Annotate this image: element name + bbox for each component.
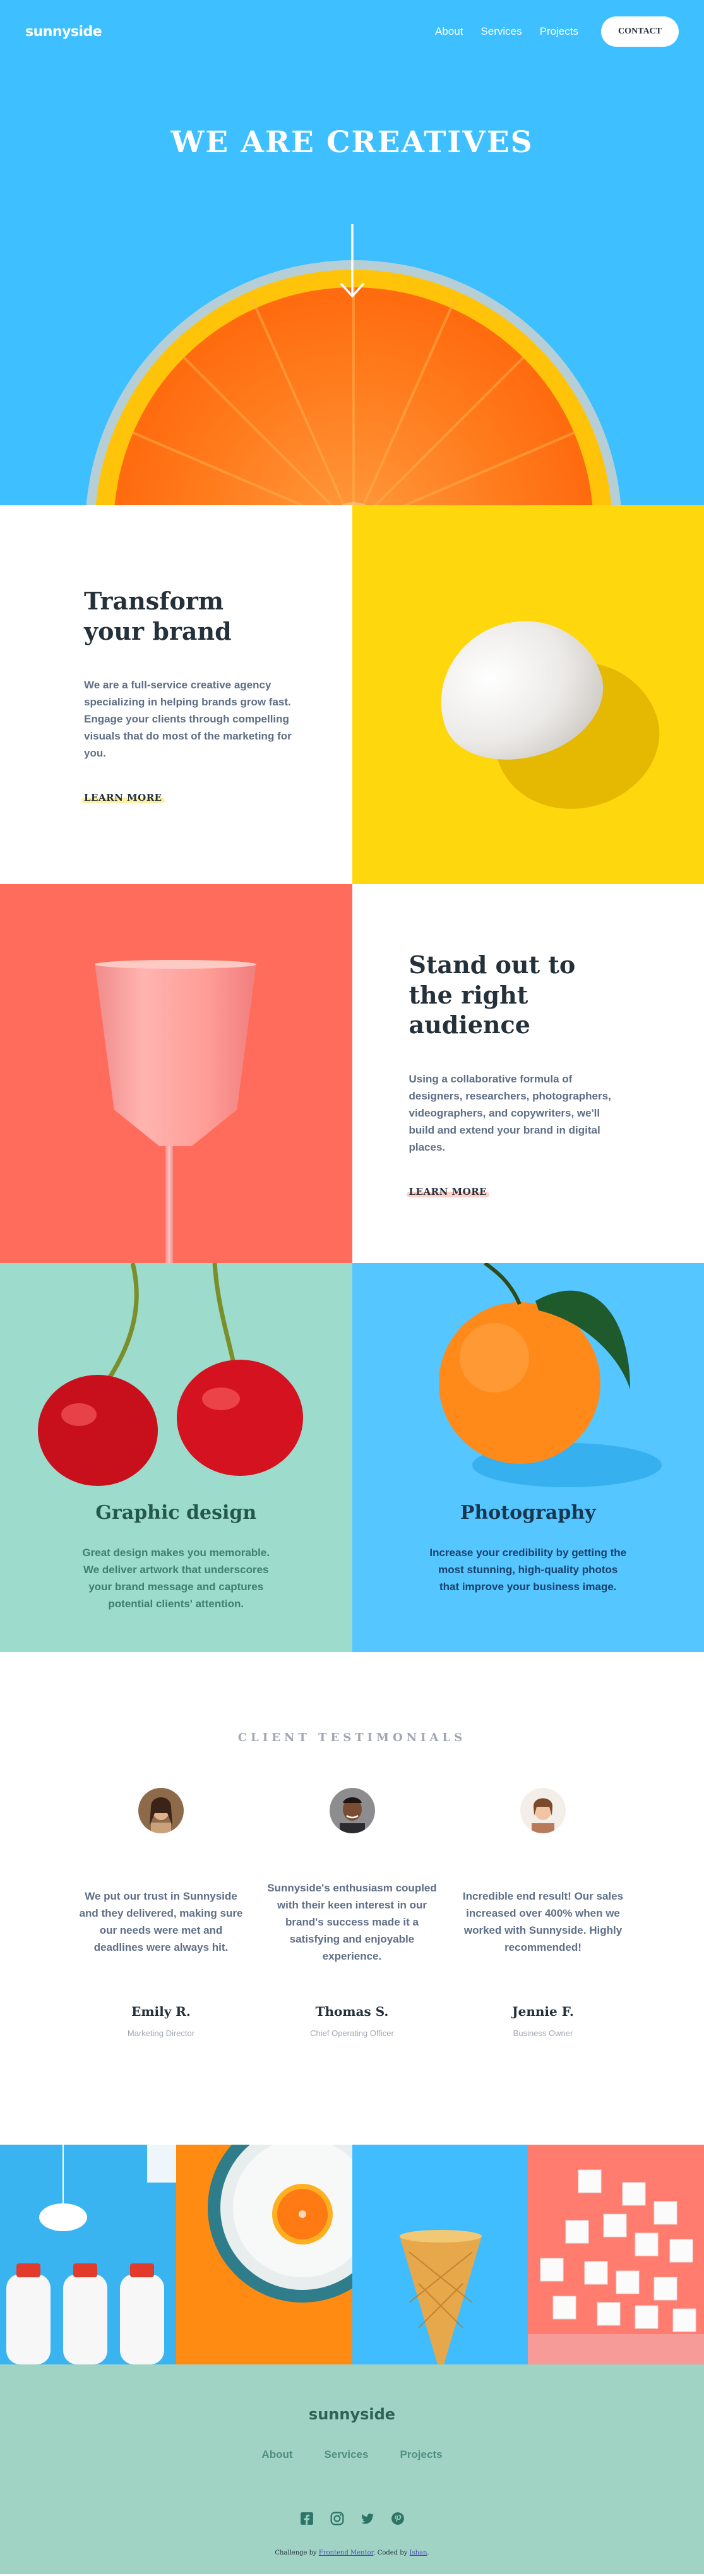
gallery-ice-cream-cone-image [352,2145,528,2364]
footer-logo[interactable]: sunnyside [0,2405,704,2423]
audience-section: Stand out to the right audience Using a … [0,884,704,1263]
service-graphic-design: Graphic design Great design makes you me… [0,1263,352,1652]
pinterest-icon[interactable] [391,2512,405,2525]
avatar-thomas [329,1788,375,1833]
gallery [0,2145,704,2364]
testimonial-name: Thomas S. [315,2004,389,2019]
nav-links: About Services Projects Contact [435,16,679,47]
testimonial-quote: We put our trust in Sunnyside and they d… [79,1890,243,1953]
contact-button[interactable]: Contact [601,16,679,47]
facebook-icon[interactable] [300,2512,314,2525]
testimonial-name: Emily R. [131,2004,191,2019]
footer-links: About Services Projects [0,2448,704,2461]
frontend-mentor-link[interactable]: Frontend Mentor [319,2549,373,2556]
avatar-jennie [520,1788,566,1833]
author-link[interactable]: Ishan [410,2549,427,2556]
brand-learn-more-label: LEARN MORE [84,792,162,803]
testimonials-heading: CLIENT TESTIMONIALS [237,1731,467,1744]
instagram-icon[interactable] [330,2512,344,2525]
brand-title: Transform your brand [84,587,232,645]
cherries-image [38,1263,303,1486]
brand-body: We are a full-service creative agency sp… [84,679,292,759]
orange-segments-image [132,287,575,505]
brand-section: Transform your brand We are a full-servi… [0,505,704,884]
testimonial-list: We put our trust in Sunnyside and they d… [76,1788,628,2038]
hero-title: WE ARE CREATIVES [170,125,534,160]
glass-rim [95,960,256,969]
hero-section: sunnyside About Services Projects Contac… [0,0,704,505]
audience-learn-more-label: LEARN MORE [409,1185,487,1197]
testimonial-quote: Incredible end result! Our sales increas… [462,1890,624,1953]
testimonials-section: CLIENT TESTIMONIALS We put our trust in … [0,1652,704,2145]
audience-text: Stand out to the right audience Using a … [352,884,704,1263]
arrow-down-icon [340,224,365,298]
gallery-orange-plate-image [176,2145,352,2364]
credit-mid: . Coded by [373,2549,408,2556]
glass-image [0,884,352,1263]
footer: sunnyside About Services Projects Challe… [0,2364,704,2574]
testimonial-role: Marketing Director [127,2028,195,2038]
services-section: Graphic design Great design makes you me… [0,1263,704,1652]
glass-cup [95,963,256,1146]
orange-fruit-image [438,1263,662,1487]
audience-body: Using a collaborative formula of designe… [409,1072,611,1153]
service-title: Photography [460,1502,596,1524]
twitter-icon[interactable] [361,2512,374,2525]
testimonial-card: Incredible end result! Our sales increas… [458,1788,628,2038]
logo[interactable]: sunnyside [25,24,102,40]
testimonial-card: We put our trust in Sunnyside and they d… [76,1788,246,2038]
brand-text: Transform your brand We are a full-servi… [0,505,352,884]
footer-credit: Challenge by Frontend Mentor. Coded by I… [0,2549,704,2556]
credit-suffix: . [427,2549,429,2556]
gallery-sugar-cubes-image [528,2145,704,2364]
footer-link-services[interactable]: Services [325,2448,369,2461]
brand-learn-more-link[interactable]: LEARN MORE [81,792,165,803]
testimonial-role: Business Owner [513,2028,573,2038]
testimonial-quote: Sunnyside's enthusiasm coupled with thei… [267,1881,437,1962]
avatar-emily [138,1788,184,1833]
service-title: Graphic design [95,1502,257,1524]
credit-prefix: Challenge by [275,2549,317,2556]
nav-link-about[interactable]: About [435,25,463,38]
service-photography: Photography Increase your credibility by… [352,1263,704,1652]
social-links [0,2512,704,2525]
service-body: Increase your credibility by getting the… [429,1547,627,1593]
testimonial-name: Jennie F. [512,2004,574,2019]
top-nav: sunnyside About Services Projects Contac… [0,0,704,63]
egg-image [352,505,704,884]
service-body: Great design makes you memorable. We del… [82,1547,270,1610]
gallery-milk-bottles-image [0,2145,176,2364]
testimonial-role: Chief Operating Officer [310,2028,394,2038]
footer-link-projects[interactable]: Projects [400,2448,442,2461]
audience-learn-more-link[interactable]: LEARN MORE [406,1185,490,1197]
nav-link-services[interactable]: Services [480,25,522,38]
audience-title: Stand out to the right audience [409,950,576,1039]
nav-link-projects[interactable]: Projects [540,25,578,38]
footer-link-about[interactable]: About [261,2448,292,2461]
testimonial-card: Sunnyside's enthusiasm coupled with thei… [267,1788,438,2038]
